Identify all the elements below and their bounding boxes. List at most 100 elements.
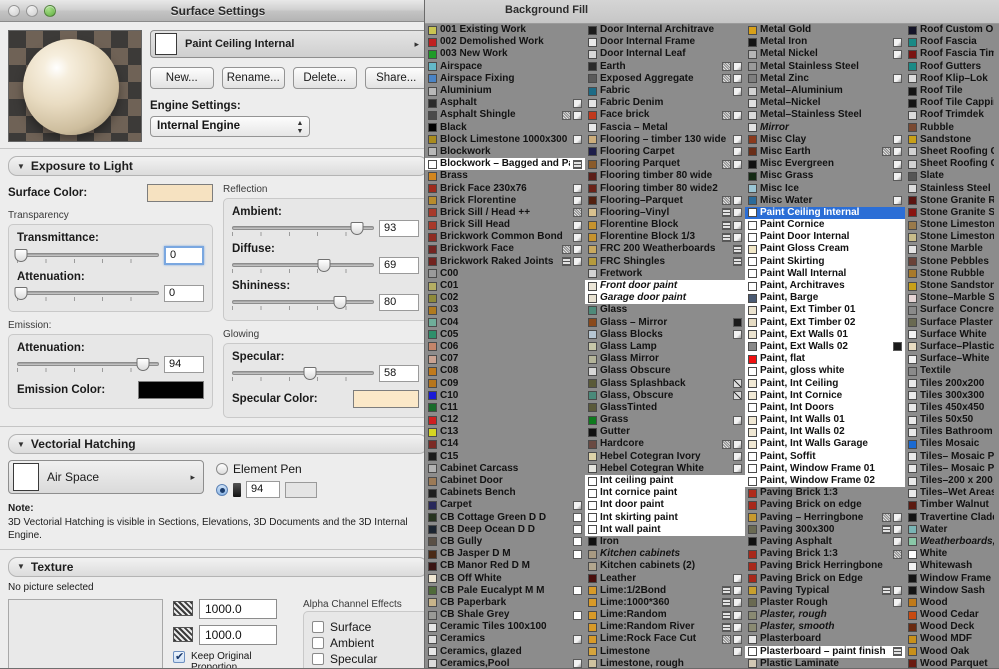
share-button[interactable]: Share... [364, 67, 428, 89]
material-list-item[interactable]: CB Cottage Green D D [425, 512, 585, 524]
material-list-item[interactable]: Plaster Rough [745, 597, 905, 609]
material-column-3[interactable]: Metal Gold Metal Iron Metal Nickel Metal St… [745, 24, 905, 668]
material-list-item[interactable]: Stone Rubble [905, 268, 999, 280]
material-list-item[interactable]: Plasterboard [745, 633, 905, 645]
material-list-item[interactable]: Flooring – timber 130 wide [585, 134, 745, 146]
material-list-item[interactable]: Paint, Window Frame 02 [745, 474, 905, 488]
material-list-item[interactable]: Stone Granite Red [905, 195, 999, 207]
material-list-item[interactable]: Glass – Mirror [585, 317, 745, 329]
emission-attenuation-slider[interactable] [17, 357, 159, 372]
material-list-item[interactable]: Roof Fascia Timber [905, 48, 999, 60]
material-list-item[interactable]: Fabric Denim [585, 97, 745, 109]
material-list-item[interactable]: Int ceiling paint [585, 474, 745, 488]
material-name-popup[interactable]: Paint Ceiling Internal ▸ [150, 30, 428, 58]
material-list-item[interactable]: Stone Marble [905, 243, 999, 255]
material-list-item[interactable]: Paint Door Internal [745, 231, 905, 244]
specular-input[interactable]: 58 [379, 365, 419, 382]
material-list-item[interactable]: Window Frame [905, 572, 999, 584]
material-list-item[interactable]: Metal–Nickel [745, 97, 905, 109]
material-list-item[interactable]: Paving 300x300 [745, 524, 905, 536]
material-list-item[interactable]: Lime:Random [585, 609, 745, 621]
material-list-item[interactable]: Glass Blocks [585, 329, 745, 341]
material-list-item[interactable]: C04 [425, 317, 585, 329]
material-list-item[interactable]: Paving Brick Herringbone [745, 560, 905, 572]
material-list-item[interactable]: Metal Nickel [745, 48, 905, 60]
alpha-surface-row[interactable]: Surface [312, 620, 419, 634]
window-titlebar[interactable]: Surface Settings [0, 0, 436, 22]
material-list-item[interactable]: CB Deep Ocean D D [425, 524, 585, 536]
material-list-item[interactable]: Paving Brick 1:3 [745, 487, 905, 499]
material-list-item[interactable]: Florentine Block [585, 219, 745, 231]
material-list-item[interactable]: Misc Earth [745, 146, 905, 158]
material-list-item[interactable]: C07 [425, 353, 585, 365]
material-list-item[interactable]: Brick Sill Head [425, 219, 585, 231]
material-list-item[interactable]: Blockwork [425, 146, 585, 158]
material-list-item[interactable]: Paint, Ext Timber 01 [745, 304, 905, 317]
material-list-item[interactable]: Paving Brick 1:3 [745, 548, 905, 560]
material-list-item[interactable]: Brickwork Face [425, 243, 585, 255]
material-list-item[interactable]: Sheet Roofing Corrugated [905, 146, 999, 158]
material-list-item[interactable]: C03 [425, 304, 585, 316]
material-list-item[interactable]: C05 [425, 329, 585, 341]
alpha-surface-checkbox[interactable] [312, 620, 324, 633]
material-list-item[interactable]: Travertine Cladding [905, 512, 999, 524]
material-list-item[interactable]: Wood Cedar [905, 609, 999, 621]
section-vectorial-hatching[interactable]: ▼ Vectorial Hatching [8, 434, 428, 454]
material-list-item[interactable]: Tiles– Mosaic Pool [905, 451, 999, 463]
material-list-item[interactable]: Kitchen cabinets [585, 548, 745, 560]
surface-color-swatch[interactable] [147, 184, 213, 202]
material-list-item[interactable]: Lime:Random River [585, 621, 745, 633]
material-list-item[interactable]: 001 Existing Work [425, 24, 585, 36]
diffuse-slider[interactable] [232, 258, 374, 273]
material-list-item[interactable]: Int cornice paint [585, 487, 745, 500]
ambient-slider[interactable] [232, 221, 374, 236]
material-list-item[interactable]: Stone Limestone 2 [905, 231, 999, 243]
material-list-item[interactable]: Plaster, smooth [745, 621, 905, 633]
texture-height-input[interactable]: 1000.0 [199, 624, 277, 645]
material-list-item[interactable]: Paint Ceiling Internal [745, 206, 905, 219]
emission-color-swatch[interactable] [138, 381, 204, 399]
material-list-item[interactable]: Carpet [425, 499, 585, 511]
material-list-item[interactable]: Door Internal Architrave [585, 24, 745, 36]
material-list-item[interactable]: Weatherboards, painted [905, 536, 999, 548]
material-list-item[interactable]: Lime:1000*360 [585, 597, 745, 609]
material-list-item[interactable]: Stone Limestone [905, 219, 999, 231]
alpha-ambient-row[interactable]: Ambient [312, 636, 419, 650]
keep-proportion-checkbox[interactable] [173, 650, 185, 663]
material-list-item[interactable]: Ceramics, glazed [425, 646, 585, 658]
material-list-item[interactable]: Black [425, 122, 585, 134]
material-list-item[interactable]: Glass, Obscure [585, 390, 745, 402]
material-list-item[interactable]: Hebel Cotegran White [585, 463, 745, 475]
material-list-item[interactable]: Cabinet Door [425, 475, 585, 487]
hatching-fill-popup[interactable]: Air Space ▸ [8, 460, 204, 494]
pen-number-input[interactable]: 94 [246, 481, 280, 498]
diffuse-input[interactable]: 69 [379, 257, 419, 274]
material-list-item[interactable]: Tiles Mosaic [905, 438, 999, 450]
material-list-item[interactable]: Int skirting paint [585, 511, 745, 524]
material-list-item[interactable]: Flooring Carpet [585, 146, 745, 158]
material-list-item[interactable]: Surface Concrete [905, 304, 999, 316]
material-list-item[interactable]: Glass [585, 304, 745, 316]
material-list-item[interactable]: CB Manor Red D M [425, 560, 585, 572]
material-list-item[interactable]: Flooring–Parquet [585, 195, 745, 207]
material-list-item[interactable]: Flooring–Vinyl [585, 207, 745, 219]
material-list-item[interactable]: Cabinets Bench [425, 487, 585, 499]
material-list-item[interactable]: Int wall paint [585, 523, 745, 536]
material-list-item[interactable]: 003 New Work [425, 48, 585, 60]
shininess-input[interactable]: 80 [379, 294, 419, 311]
material-list-item[interactable]: Water [905, 524, 999, 536]
stepper-icon[interactable]: ▲ ▼ [294, 120, 306, 135]
material-list-item[interactable]: Surface–Plastic [905, 341, 999, 353]
material-list-item[interactable]: Aluminium [425, 85, 585, 97]
section-exposure-to-light[interactable]: ▼ Exposure to Light [8, 156, 428, 176]
material-list-item[interactable]: Glass Obscure [585, 365, 745, 377]
material-list-item[interactable]: Tiles–200 x 200 [905, 475, 999, 487]
material-list-item[interactable]: Paint, Int Walls 01 [745, 414, 905, 427]
material-list-item[interactable]: Wood [905, 597, 999, 609]
material-list-item[interactable]: Stone–Marble Solid [905, 292, 999, 304]
material-list-item[interactable]: Ceramics,Pool [425, 658, 585, 668]
material-list-item[interactable]: Paint, Int Walls Garage [745, 438, 905, 451]
material-list-item[interactable]: Flooring Parquet [585, 158, 745, 170]
material-list-item[interactable]: Paint, Architraves [745, 279, 905, 293]
material-list-item[interactable]: Metal–Aluminium [745, 85, 905, 97]
